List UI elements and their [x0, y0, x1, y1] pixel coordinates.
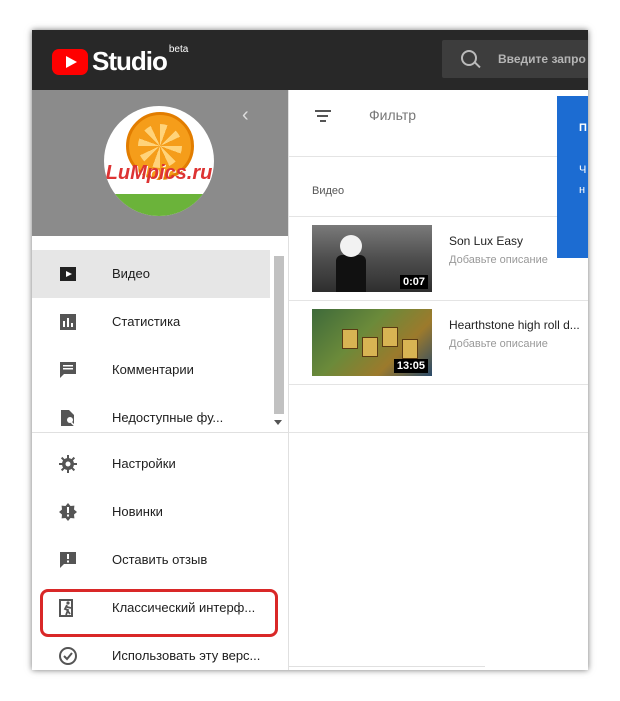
- analytics-icon: [60, 314, 76, 330]
- sidebar-scrollbar[interactable]: [270, 242, 288, 432]
- gear-icon: [59, 455, 77, 473]
- beta-badge: beta: [168, 44, 189, 55]
- sidebar-item-label: Оставить отзыв: [112, 552, 208, 567]
- video-description[interactable]: Добавьте описание: [449, 338, 548, 350]
- scrollbar-thumb[interactable]: [274, 256, 284, 414]
- promo-title: П: [579, 122, 587, 134]
- top-bar: Studio beta Введите запро: [32, 30, 588, 90]
- thumbnail-figure: [336, 255, 366, 292]
- annotation-highlight-box: [40, 589, 278, 637]
- divider: [289, 384, 588, 385]
- sidebar-item-label: Настройки: [112, 456, 176, 471]
- scroll-down-arrow-icon[interactable]: [274, 420, 282, 425]
- unavailable-icon: [61, 410, 75, 426]
- video-icon: [60, 267, 76, 281]
- promo-text: н: [579, 184, 586, 196]
- video-thumbnail[interactable]: 13:05: [312, 309, 432, 376]
- video-duration: 13:05: [393, 359, 428, 373]
- thumbnail-card: [382, 327, 398, 347]
- promo-card[interactable]: П Ч н: [557, 96, 588, 258]
- sidebar-item-label: Использовать эту верс...: [112, 648, 261, 663]
- studio-window: Studio beta Введите запро ‹ LuMpics.ru В…: [32, 30, 588, 670]
- divider: [289, 432, 588, 433]
- channel-avatar[interactable]: LuMpics.ru: [104, 106, 214, 216]
- sidebar-item-label: Недоступные фу...: [112, 410, 224, 425]
- video-title[interactable]: Son Lux Easy: [449, 234, 523, 248]
- divider: [289, 216, 588, 217]
- feedback-icon: [60, 552, 76, 568]
- comments-icon: [60, 362, 76, 378]
- promo-text: Ч: [579, 164, 587, 176]
- sidebar-item-feedback[interactable]: Оставить отзыв: [32, 536, 270, 584]
- column-header-video[interactable]: Видео: [312, 185, 344, 197]
- search-placeholder[interactable]: Введите запро: [498, 52, 586, 66]
- sidebar-item-settings[interactable]: Настройки: [32, 440, 270, 488]
- divider: [289, 156, 588, 157]
- sidebar-item-whats-new[interactable]: Новинки: [32, 488, 270, 536]
- search-box[interactable]: Введите запро: [442, 40, 588, 78]
- sidebar: ‹ LuMpics.ru Видео Статистика Комментари…: [32, 90, 289, 670]
- channel-profile: ‹ LuMpics.ru: [32, 90, 288, 236]
- sidebar-item-unavailable[interactable]: Недоступные фу...: [32, 394, 270, 442]
- bottom-divider: [289, 666, 485, 667]
- sidebar-item-label: Комментарии: [112, 362, 194, 377]
- search-icon: [461, 50, 477, 66]
- check-circle-icon: [59, 647, 77, 665]
- sidebar-item-label: Видео: [112, 266, 150, 281]
- studio-wordmark: Studio: [92, 46, 168, 76]
- video-title[interactable]: Hearthstone high roll d...: [449, 318, 580, 332]
- sidebar-divider: [32, 432, 288, 433]
- whats-new-icon: [59, 503, 77, 521]
- filter-icon[interactable]: [315, 110, 331, 122]
- thumbnail-face: [340, 235, 362, 257]
- divider: [289, 300, 588, 301]
- sidebar-item-analytics[interactable]: Статистика: [32, 298, 270, 346]
- thumbnail-card: [402, 339, 418, 359]
- content-area: Фильтр Видео 0:07 Son Lux Easy Добавьте …: [289, 90, 588, 670]
- video-thumbnail[interactable]: 0:07: [312, 225, 432, 292]
- youtube-play-icon: [52, 48, 88, 75]
- video-duration: 0:07: [399, 275, 428, 289]
- grass-image: [104, 194, 214, 216]
- sidebar-item-label: Статистика: [112, 314, 181, 329]
- thumbnail-card: [362, 337, 378, 357]
- sidebar-item-comments[interactable]: Комментарии: [32, 346, 270, 394]
- sidebar-item-use-this-version[interactable]: Использовать эту верс...: [32, 632, 270, 670]
- filter-input[interactable]: Фильтр: [369, 107, 416, 123]
- thumbnail-card: [342, 329, 358, 349]
- video-description[interactable]: Добавьте описание: [449, 254, 548, 266]
- avatar-logo-text: LuMpics.ru: [105, 162, 213, 184]
- sidebar-item-video[interactable]: Видео: [32, 250, 270, 298]
- sidebar-item-label: Новинки: [112, 504, 163, 519]
- collapse-sidebar-icon[interactable]: ‹: [242, 104, 249, 127]
- studio-logo[interactable]: Studio beta: [52, 44, 189, 77]
